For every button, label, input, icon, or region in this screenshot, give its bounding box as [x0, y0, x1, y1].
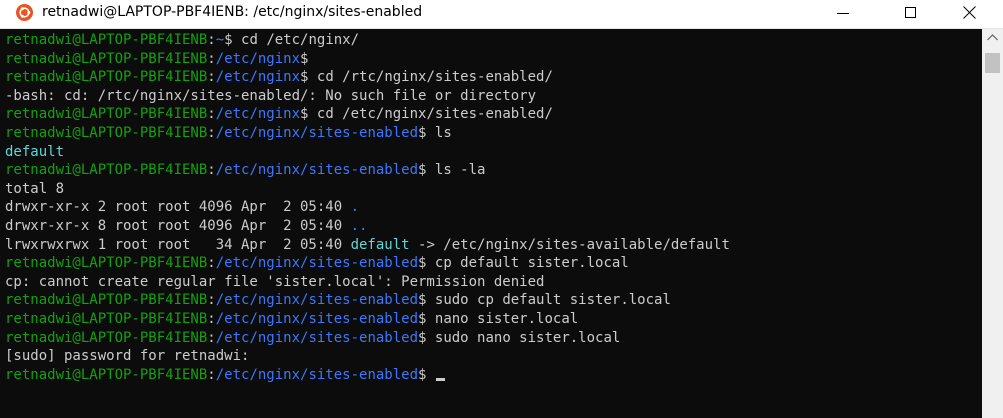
terminal-line: drwxr-xr-x 2 root root 4096 Apr 2 05:40 …	[5, 198, 730, 217]
prompt-user-host: retnadwi@LAPTOP-PBF4IENB	[5, 329, 208, 346]
terminal-lines: retnadwi@LAPTOP-PBF4IENB:~$ cd /etc/ngin…	[5, 31, 730, 384]
maximize-icon	[905, 7, 916, 18]
prompt-path: /etc/nginx/sites-enabled	[215, 329, 419, 346]
prompt-separator: :	[207, 255, 216, 272]
ls-entry: default	[5, 143, 65, 160]
prompt-symbol: $	[300, 50, 309, 67]
command-text: cd /etc/nginx/sites-enabled/	[308, 106, 553, 123]
window-title: retnadwi@LAPTOP-PBF4IENB: /etc/nginx/sit…	[42, 4, 423, 20]
command-text: cp default sister.local	[426, 255, 629, 272]
prompt-separator: :	[207, 69, 216, 86]
command-text: cd /etc/nginx/	[232, 32, 360, 48]
command-text: sudo cp default sister.local	[426, 292, 671, 309]
prompt-path: ~	[215, 32, 225, 48]
prompt-user-host: retnadwi@LAPTOP-PBF4IENB	[5, 32, 208, 48]
terminal-window: retnadwi@LAPTOP-PBF4IENB: /etc/nginx/sit…	[0, 0, 1003, 418]
prompt-user-host: retnadwi@LAPTOP-PBF4IENB	[5, 366, 208, 383]
command-text: sudo nano sister.local	[426, 329, 621, 346]
prompt-user-host: retnadwi@LAPTOP-PBF4IENB	[5, 255, 208, 272]
prompt-separator: :	[207, 162, 216, 179]
prompt-separator: :	[207, 366, 216, 383]
terminal-line: cp: cannot create regular file 'sister.l…	[5, 273, 730, 292]
terminal-line: drwxr-xr-x 8 root root 4096 Apr 2 05:40 …	[5, 217, 730, 236]
command-text: nano sister.local	[426, 310, 579, 327]
output-text: cp: cannot create regular file 'sister.l…	[5, 273, 545, 290]
command-text: ls -la	[426, 162, 486, 179]
entry-name: .	[350, 199, 360, 216]
prompt-user-host: retnadwi@LAPTOP-PBF4IENB	[5, 124, 208, 141]
terminal-line: -bash: cd: /rtc/nginx/sites-enabled/: No…	[5, 87, 730, 106]
prompt-separator: :	[207, 310, 216, 327]
terminal-line: retnadwi@LAPTOP-PBF4IENB:/etc/nginx/site…	[5, 291, 730, 310]
scrollbar-thumb[interactable]	[985, 53, 1000, 73]
vertical-scrollbar[interactable]	[982, 29, 1003, 418]
prompt-separator: :	[207, 124, 216, 141]
terminal-line: total 8	[5, 180, 730, 199]
prompt-separator: :	[207, 50, 216, 67]
prompt-path: /etc/nginx/sites-enabled	[215, 255, 419, 272]
terminal-line: default	[5, 143, 730, 162]
terminal-line: [sudo] password for retnadwi:	[5, 347, 730, 366]
prompt-separator: :	[207, 32, 216, 48]
prompt-user-host: retnadwi@LAPTOP-PBF4IENB	[5, 50, 208, 67]
terminal-line: retnadwi@LAPTOP-PBF4IENB:/etc/nginx/site…	[5, 366, 730, 385]
ubuntu-icon[interactable]	[16, 4, 33, 21]
minimize-button[interactable]	[820, 0, 866, 28]
terminal-line: retnadwi@LAPTOP-PBF4IENB:/etc/nginx/site…	[5, 124, 730, 143]
output-text: total 8	[5, 180, 65, 197]
prompt-path: /etc/nginx	[215, 50, 301, 67]
entry-name: ..	[350, 217, 368, 234]
prompt-user-host: retnadwi@LAPTOP-PBF4IENB	[5, 310, 208, 327]
command-text: cd /rtc/nginx/sites-enabled/	[308, 69, 553, 86]
text-cursor	[435, 377, 445, 381]
terminal-line: retnadwi@LAPTOP-PBF4IENB:~$ cd /etc/ngin…	[5, 31, 730, 50]
terminal-line: retnadwi@LAPTOP-PBF4IENB:/etc/nginx/site…	[5, 310, 730, 329]
title-bar[interactable]: retnadwi@LAPTOP-PBF4IENB: /etc/nginx/sit…	[0, 0, 1003, 29]
prompt-path: /etc/nginx/sites-enabled	[215, 124, 419, 141]
command-text: ls	[426, 124, 452, 141]
terminal-line: retnadwi@LAPTOP-PBF4IENB:/etc/nginx/site…	[5, 161, 730, 180]
prompt-path: /etc/nginx/sites-enabled	[215, 162, 419, 179]
terminal-output[interactable]: retnadwi@LAPTOP-PBF4IENB:~$ cd /etc/ngin…	[0, 29, 982, 418]
chevron-up-icon	[987, 34, 998, 41]
prompt-separator: :	[207, 292, 216, 309]
minimize-icon	[837, 13, 849, 14]
prompt-user-host: retnadwi@LAPTOP-PBF4IENB	[5, 69, 208, 86]
command-text	[426, 367, 434, 383]
terminal-line: retnadwi@LAPTOP-PBF4IENB:/etc/nginx/site…	[5, 329, 730, 348]
prompt-path: /etc/nginx/sites-enabled	[215, 310, 419, 327]
scroll-up-button[interactable]	[982, 29, 1003, 46]
prompt-separator: :	[207, 106, 216, 123]
prompt-separator: :	[207, 329, 216, 346]
maximize-button[interactable]	[888, 0, 934, 28]
entry-meta: drwxr-xr-x 2 root root 4096 Apr 2 05:40	[5, 199, 351, 216]
entry-meta: lrwxrwxrwx 1 root root 34 Apr 2 05:40	[5, 236, 351, 253]
terminal-line: retnadwi@LAPTOP-PBF4IENB:/etc/nginx$ cd …	[5, 68, 730, 87]
output-text: -bash: cd: /rtc/nginx/sites-enabled/: No…	[5, 87, 537, 104]
prompt-path: /etc/nginx	[215, 69, 301, 86]
output-text: [sudo] password for retnadwi:	[5, 348, 250, 365]
terminal-line: lrwxrwxrwx 1 root root 34 Apr 2 05:40 de…	[5, 236, 730, 255]
prompt-path: /etc/nginx/sites-enabled	[215, 366, 419, 383]
prompt-user-host: retnadwi@LAPTOP-PBF4IENB	[5, 106, 208, 123]
terminal-line: retnadwi@LAPTOP-PBF4IENB:/etc/nginx$	[5, 50, 730, 69]
prompt-user-host: retnadwi@LAPTOP-PBF4IENB	[5, 162, 208, 179]
entry-name: default	[350, 236, 410, 253]
prompt-path: /etc/nginx	[215, 106, 301, 123]
entry-target: -> /etc/nginx/sites-available/default	[409, 236, 730, 253]
prompt-path: /etc/nginx/sites-enabled	[215, 292, 419, 309]
prompt-symbol: $	[224, 32, 233, 48]
terminal-line: retnadwi@LAPTOP-PBF4IENB:/etc/nginx$ cd …	[5, 105, 730, 124]
close-button[interactable]	[946, 0, 992, 28]
prompt-user-host: retnadwi@LAPTOP-PBF4IENB	[5, 292, 208, 309]
close-icon	[963, 6, 976, 19]
terminal-line: retnadwi@LAPTOP-PBF4IENB:/etc/nginx/site…	[5, 254, 730, 273]
entry-meta: drwxr-xr-x 8 root root 4096 Apr 2 05:40	[5, 217, 351, 234]
